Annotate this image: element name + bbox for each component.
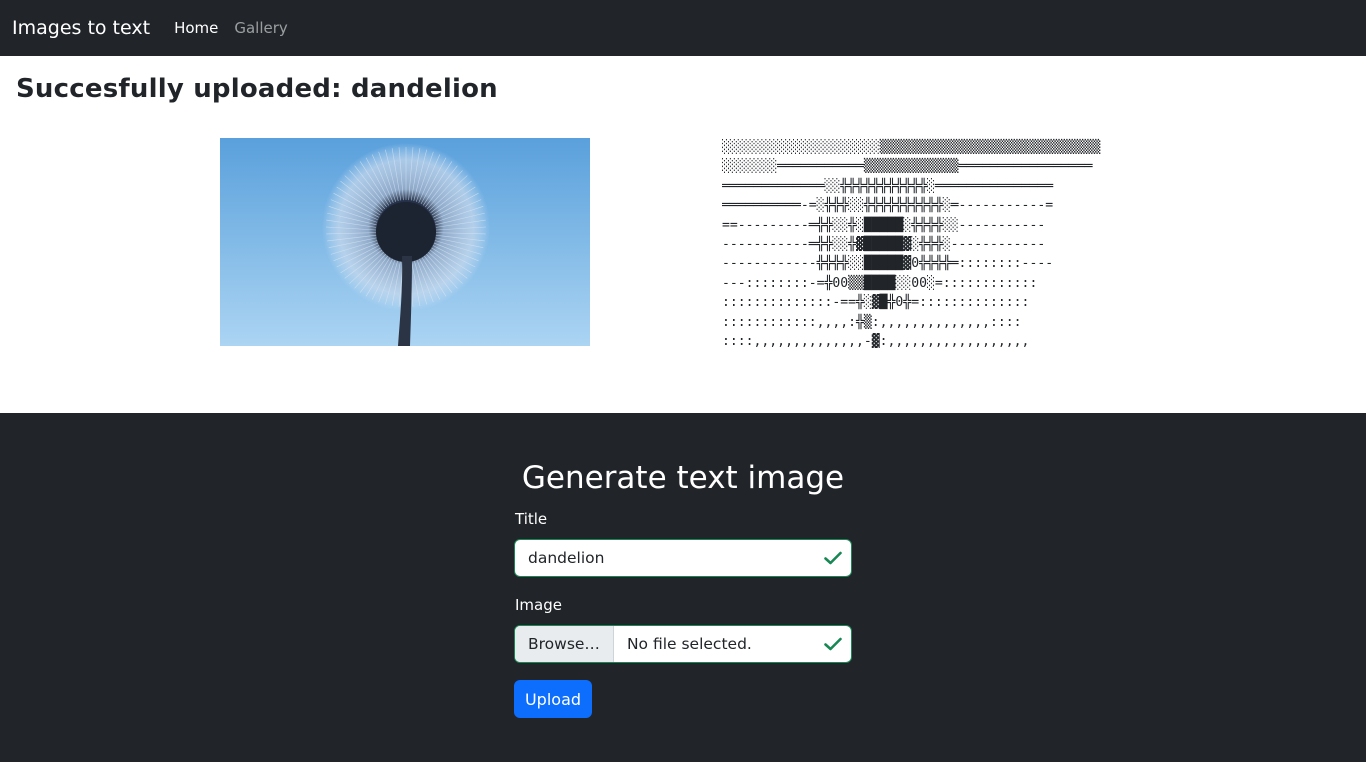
form-heading: Generate text image xyxy=(521,460,845,496)
valid-check-icon xyxy=(815,637,851,651)
dandelion-image xyxy=(322,143,490,346)
ascii-art-output: ░░░░░░░░░░░░░░░░░░░░▒▒▒▒▒▒▒▒▒▒▒▒▒▒▒▒▒▒▒▒… xyxy=(722,140,1101,348)
navbar: Images to text Home Gallery xyxy=(0,0,1366,56)
title-label: Title xyxy=(515,510,548,528)
result-heading: Succesfully uploaded: dandelion xyxy=(16,74,498,104)
upload-result: Succesfully uploaded: dandelion ░░░░░░░░… xyxy=(0,56,1366,413)
browse-button[interactable]: Browse… xyxy=(515,626,614,662)
nav-gallery[interactable]: Gallery xyxy=(234,19,287,37)
valid-check-icon xyxy=(815,551,851,565)
title-input-value[interactable]: dandelion xyxy=(515,549,815,567)
file-status: No file selected. xyxy=(626,635,752,653)
generate-form: Generate text image Title dandelion Imag… xyxy=(0,413,1366,762)
upload-button[interactable]: Upload xyxy=(514,680,592,718)
title-input[interactable]: dandelion xyxy=(514,539,852,577)
image-file-input[interactable]: Browse… No file selected. xyxy=(514,625,852,663)
image-label: Image xyxy=(515,596,562,614)
brand[interactable]: Images to text xyxy=(12,17,150,39)
uploaded-image xyxy=(220,138,590,346)
nav-home[interactable]: Home xyxy=(174,19,218,37)
